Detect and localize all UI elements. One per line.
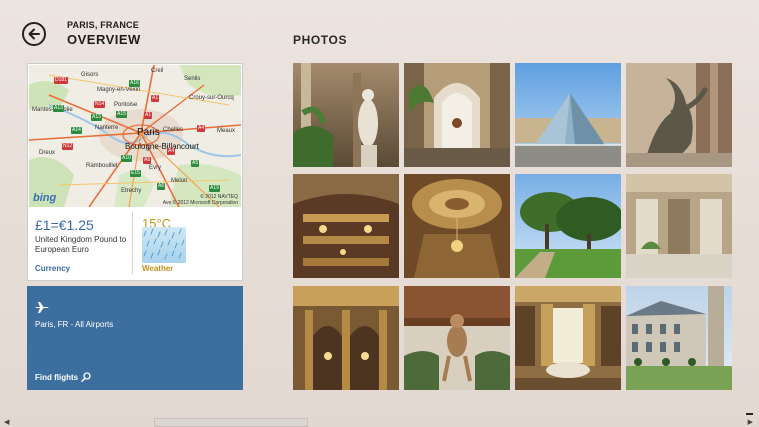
map-label-rambouillet: Rambouillet [86,163,118,169]
road-badge: A1 [151,95,160,102]
search-icon [81,372,91,382]
road-badge: A15 [116,111,127,118]
photo-image [293,286,399,390]
scrollbar-thumb[interactable] [154,418,308,427]
photo-image [404,63,510,167]
weather-tile[interactable]: 15°C [142,216,186,263]
road-badge: A5 [191,160,200,167]
flights-card[interactable]: Paris, FR - All Airports Find flights [27,286,243,390]
photos-section-title: PHOTOS [293,33,348,47]
map-label-magny: Magny-en-Vexin [97,87,141,93]
page-title: OVERVIEW [67,32,141,47]
map-label-paris: Paris [137,127,160,138]
road-badge: A6 [157,183,166,190]
map-label-creil: Creil [151,68,164,74]
photo-image [404,286,510,390]
location-subtitle: PARIS, FRANCE [67,20,139,30]
photo-image [515,286,621,390]
tile-divider [132,212,133,274]
road-badge: A16 [129,80,140,87]
copyright-line: Ave © 2012 Microsoft Corporation [162,200,238,206]
map-label-dreux: Dreux [39,150,56,156]
map-label-gisors: Gisors [81,72,99,78]
back-arrow-icon [28,28,40,40]
map-label-crouy: Crouy-sur-Ourcq [189,95,234,101]
road-badge: E15 [130,170,141,177]
photo-arcade-interior[interactable] [404,63,510,167]
road-badge: A19 [209,185,220,192]
photo-salon-window[interactable] [515,286,621,390]
photo-image [515,174,621,278]
find-flights-label: Find flights [35,372,79,382]
find-flights-link[interactable]: Find flights [35,372,91,382]
photo-louvre-pyramid[interactable] [515,63,621,167]
currency-rate: £1=€1.25 [35,217,94,233]
road-badge: A14 [71,127,82,134]
photo-image [515,63,621,167]
weather-label: Weather [142,264,174,273]
photo-carved-beam[interactable] [404,286,510,390]
road-badge: D181 [54,77,68,84]
road-badge: N14 [94,101,106,108]
minimize-icon[interactable] [746,413,753,415]
currency-label: Currency [35,264,71,273]
photo-opera-balconies[interactable] [293,174,399,278]
back-button[interactable] [22,22,46,46]
road-badge: A4 [167,148,176,155]
map-label-pontoise: Pontoise [114,102,138,108]
photo-mirror-hall[interactable] [626,174,732,278]
rain-icon [142,227,186,263]
map-label-nanterre: Nanterre [95,125,119,131]
road-badge: A4 [197,125,206,132]
photo-ornate-ceiling[interactable] [404,174,510,278]
road-badge: A13 [91,114,102,121]
map-label-evry: Evry [149,165,161,171]
road-badge: A6 [143,157,152,164]
bing-logo: bing [33,192,57,204]
currency-description: United Kingdom Pound to European Euro [35,235,127,254]
road-badge: A1 [144,112,153,119]
photo-image [626,174,732,278]
horizontal-scrollbar[interactable]: ◀ ▶ [0,418,759,427]
map-label-meaux: Meaux [217,128,236,134]
photo-image [626,63,732,167]
map-label-chelles: Chelles [163,127,184,133]
map-view[interactable]: Gisors Creil Senlis Crouy-sur-Ourcq Magn… [29,65,241,207]
photo-image [293,63,399,167]
scroll-left-icon[interactable]: ◀ [4,418,9,426]
photo-opera-hall[interactable] [293,286,399,390]
map-label-boulogne: Boulogne-Billancourt [125,142,199,151]
photo-image [404,174,510,278]
road-badge: N12 [62,143,74,150]
map-label-melun: Melun [171,178,188,184]
overview-card[interactable]: Gisors Creil Senlis Crouy-sur-Ourcq Magn… [27,63,243,281]
photo-bronze-sculpture[interactable] [626,63,732,167]
flight-route: Paris, FR - All Airports [35,320,114,329]
map-label-etrechy: Etrechy [121,188,142,194]
map-copyright: © 2012 NAVTEQ Ave © 2012 Microsoft Corpo… [163,194,238,206]
currency-tile[interactable]: £1=€1.25 United Kingdom Pound to Europea… [35,217,135,255]
scroll-right-icon[interactable]: ▶ [748,418,753,426]
photo-palace-statue[interactable] [293,63,399,167]
photo-image [293,174,399,278]
road-badge: A10 [121,155,132,162]
map-label-senlis: Senlis [184,76,201,82]
photo-chateau-courtyard[interactable] [626,286,732,390]
road-badge: A13 [53,105,64,112]
photo-garden-trees[interactable] [515,174,621,278]
photo-image [626,286,732,390]
airplane-icon [35,302,49,313]
